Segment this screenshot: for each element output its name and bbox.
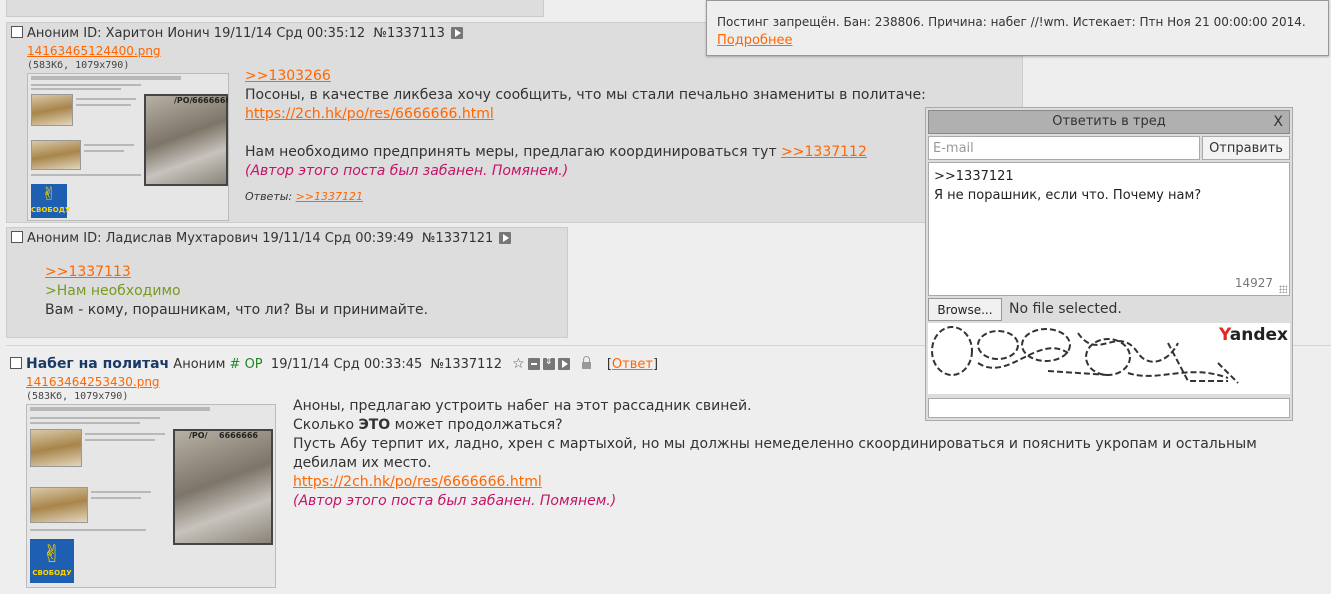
post-message: >>1337113 >Нам необходимо Вам - кому, по…: [45, 263, 428, 320]
poster-name: Аноним: [27, 231, 80, 246]
op-trip: # OP: [229, 357, 263, 372]
post-checkbox[interactable]: [11, 231, 23, 243]
lock-icon: [581, 356, 591, 369]
thumb-thread-text: 6666666: [192, 96, 229, 105]
message-line: Нам необходимо предпринять меры, предлаг…: [245, 144, 777, 160]
post-date: 19/11/14 Срд 00:33:45: [270, 357, 423, 372]
reply-link[interactable]: >>1303266: [245, 68, 331, 84]
expand-arrow-icon[interactable]: [557, 358, 570, 370]
post-header: Набег на политач Аноним # OP 19/11/14 Ср…: [10, 356, 658, 372]
quick-reply-header[interactable]: Ответить в тред X: [928, 110, 1290, 134]
char-counter: 14927: [1234, 276, 1273, 290]
post-1337121: Аноним ID: Ладислав Мухтарович 19/11/14 …: [6, 227, 568, 338]
message-line: Пусть Абу терпит их, ладно, хрен с марты…: [293, 436, 1257, 452]
file-link[interactable]: 14163465124400.png: [27, 44, 161, 58]
comment-line: >>1337121: [934, 169, 1014, 184]
answer-link[interactable]: >>1337121: [296, 190, 363, 203]
post-checkbox[interactable]: [11, 26, 23, 38]
send-button[interactable]: Отправить: [1202, 136, 1290, 160]
greentext-quote: >Нам необходимо: [45, 283, 181, 299]
ban-notification-text: Постинг запрещён. Бан: 238806. Причина: …: [717, 15, 1306, 29]
post-number[interactable]: №1337113: [373, 26, 444, 41]
expand-arrow-icon[interactable]: [450, 27, 463, 39]
external-link[interactable]: https://2ch.hk/po/res/6666666.html: [293, 474, 542, 490]
ban-notice: (Автор этого поста был забанен. Помянем.…: [293, 493, 617, 509]
poster-id: ID: Харитон Ионич: [83, 26, 210, 41]
close-icon[interactable]: X: [1273, 111, 1283, 133]
external-link[interactable]: https://2ch.hk/po/res/6666666.html: [245, 106, 494, 122]
quick-reply-form: Ответить в тред X Отправить >>1337121 Я …: [925, 107, 1293, 421]
expand-arrow-icon[interactable]: [499, 232, 512, 244]
flag-image: ✌ СВОБОДУ: [31, 184, 70, 218]
post-header: Аноним ID: Харитон Ионич 19/11/14 Срд 00…: [11, 26, 463, 41]
reply-button[interactable]: Ответ: [612, 357, 653, 372]
reply-link[interactable]: >>1337113: [45, 264, 131, 280]
hide-thread-icon[interactable]: [527, 358, 540, 370]
post-header: Аноним ID: Ладислав Мухтарович 19/11/14 …: [11, 231, 512, 246]
thumb-board-text: /PO/: [189, 431, 208, 440]
favorite-star-icon[interactable]: ☆: [512, 356, 525, 372]
flag-image: ✌ СВОБОДУ: [30, 539, 74, 583]
file-link[interactable]: 14163464253430.png: [26, 375, 160, 389]
poster-name: Аноним: [27, 26, 80, 41]
reply-link[interactable]: >>1337112: [781, 144, 867, 160]
file-status: No file selected.: [1009, 301, 1122, 317]
comment-textarea[interactable]: >>1337121 Я не порашник, если что. Почем…: [928, 162, 1290, 296]
thread-subject: Набег на политач: [26, 356, 170, 372]
poster-id: ID: Ладислав Мухтарович: [83, 231, 259, 246]
quick-reply-title: Ответить в тред: [1052, 114, 1166, 129]
poster-name: Аноним: [173, 357, 226, 372]
resize-grip-icon[interactable]: [1279, 285, 1287, 293]
previous-post-edge: [6, 0, 544, 17]
email-field[interactable]: [928, 136, 1200, 160]
post-date: 19/11/14 Срд 00:39:49: [262, 231, 414, 246]
ban-notice: (Автор этого поста был забанен. Помянем.…: [245, 163, 569, 179]
captcha-input[interactable]: [928, 398, 1290, 418]
post-message: >>1303266 Посоны, в качестве ликбеза хоч…: [245, 67, 926, 206]
browse-button[interactable]: Browse...: [928, 298, 1002, 321]
reply-bracket-close: ]: [652, 357, 659, 372]
post-thumbnail[interactable]: /PO/ 6666666 ✌ СВОБОДУ: [27, 73, 229, 221]
message-line: Вам - кому, порашникам, что ли? Вы и при…: [45, 302, 429, 318]
message-line: Посоны, в качестве ликбеза хочу сообщить…: [245, 87, 926, 103]
thumb-board-text: /PO/: [174, 96, 193, 105]
bold-text: ЭТО: [358, 417, 391, 433]
file-info: (583Кб, 1079x790): [27, 60, 130, 71]
yandex-logo: Yandex: [1219, 325, 1288, 345]
post-number[interactable]: №1337112: [431, 357, 502, 372]
post-number[interactable]: №1337121: [422, 231, 493, 246]
thumb-thread-text: 6666666: [219, 431, 258, 440]
post-checkbox[interactable]: [10, 357, 22, 369]
post-thumbnail[interactable]: /PO/ 6666666 ✌ СВОБОДУ: [26, 404, 276, 588]
captcha-image[interactable]: Yandex: [928, 323, 1290, 394]
post-date: 19/11/14 Срд 00:35:12: [213, 26, 366, 41]
answers-label: Ответы:: [245, 190, 293, 203]
message-line: дебилам их место.: [293, 455, 432, 471]
ban-notification: Постинг запрещён. Бан: 238806. Причина: …: [706, 0, 1329, 56]
expand-thread-icon[interactable]: [542, 356, 555, 370]
comment-line: Я не порашник, если что. Почему нам?: [934, 188, 1202, 203]
file-info: (583Кб, 1079x790): [26, 391, 129, 402]
details-link[interactable]: Подробнее: [717, 33, 792, 48]
